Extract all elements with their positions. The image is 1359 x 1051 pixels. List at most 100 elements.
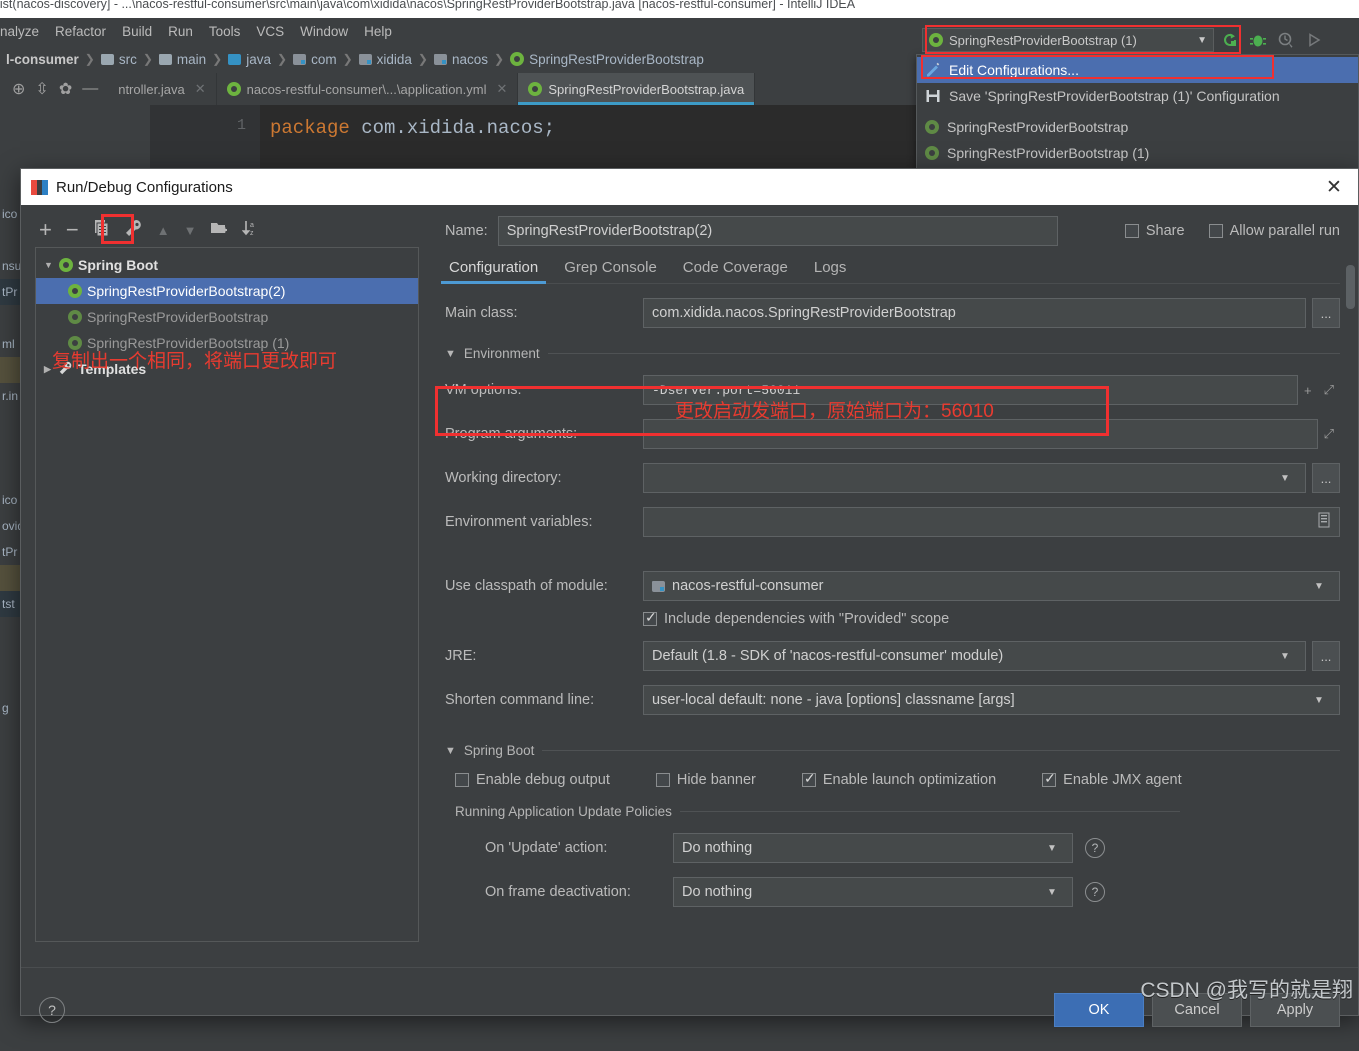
debug-icon[interactable] [1246, 28, 1270, 52]
move-into-folder-button[interactable] [210, 219, 228, 242]
on-frame-deactivation-dropdown[interactable]: Do nothing ▼ [673, 877, 1073, 907]
vertical-scrollbar[interactable] [1346, 251, 1355, 951]
chevron-down-icon[interactable]: ▼ [1273, 642, 1297, 670]
enable-debug-output-row[interactable]: Enable debug output [455, 772, 610, 788]
enable-launch-optimization-checkbox[interactable] [801, 770, 816, 787]
help-icon[interactable]: ? [1085, 882, 1105, 902]
on-update-action-dropdown[interactable]: Do nothing ▼ [673, 833, 1073, 863]
add-icon[interactable]: + [1298, 383, 1318, 398]
editor-tab-controller[interactable]: ntroller.java ✕ [108, 73, 217, 105]
environment-variables-input[interactable] [643, 507, 1340, 537]
menu-item-springrestproviderbootstrap[interactable]: SpringRestProviderBootstrap [917, 114, 1358, 140]
hide-icon[interactable]: — [82, 80, 98, 98]
breadcrumb-item-class[interactable]: SpringRestProviderBootstrap [504, 52, 710, 67]
help-icon[interactable]: ? [1085, 838, 1105, 858]
editor-tab-application-yml[interactable]: nacos-restful-consumer\...\application.y… [217, 73, 519, 105]
menu-window[interactable]: Window [300, 24, 348, 39]
menu-run[interactable]: Run [168, 24, 193, 39]
tab-logs[interactable]: Logs [814, 259, 847, 283]
chevron-down-icon[interactable]: ▼ [445, 745, 456, 757]
jre-dropdown[interactable]: Default (1.8 - SDK of 'nacos-restful-con… [643, 641, 1306, 671]
program-arguments-input[interactable] [643, 419, 1318, 449]
enable-jmx-agent-checkbox[interactable] [1042, 770, 1057, 787]
spring-boot-section-header[interactable]: ▼ Spring Boot [445, 743, 1340, 758]
hide-banner-checkbox[interactable] [655, 773, 670, 787]
browse-jre-button[interactable]: ... [1312, 641, 1340, 671]
use-classpath-dropdown[interactable]: nacos-restful-consumer ▼ [643, 571, 1340, 601]
menu-analyze[interactable]: nalyze [0, 24, 39, 39]
menu-vcs[interactable]: VCS [256, 24, 284, 39]
menu-item-edit-configurations[interactable]: Edit Configurations... [917, 57, 1358, 83]
tree-group-spring-boot[interactable]: ▼ Spring Boot [36, 252, 418, 278]
locate-icon[interactable]: ⊕ [12, 79, 25, 99]
help-button[interactable]: ? [39, 996, 65, 1023]
menu-item-save-configuration[interactable]: Save 'SpringRestProviderBootstrap (1)' C… [917, 83, 1358, 109]
close-icon[interactable]: ✕ [496, 81, 507, 97]
tab-configuration[interactable]: Configuration [440, 259, 547, 284]
expand-editor-icon[interactable]: ⤢ [1318, 426, 1340, 442]
main-class-input[interactable]: com.xidida.nacos.SpringRestProviderBoots… [643, 298, 1306, 328]
chevron-down-icon[interactable]: ▼ [1307, 572, 1331, 600]
tab-code-coverage[interactable]: Code Coverage [683, 259, 788, 283]
enable-launch-optimization-row[interactable]: Enable launch optimization [801, 770, 996, 788]
menu-item-springrestproviderbootstrap-1[interactable]: SpringRestProviderBootstrap (1) [917, 140, 1358, 166]
browse-working-directory-button[interactable]: ... [1312, 463, 1340, 493]
close-icon[interactable]: ✕ [195, 81, 206, 97]
enable-jmx-agent-row[interactable]: Enable JMX agent [1042, 770, 1182, 788]
share-checkbox-row[interactable]: Share [1124, 223, 1185, 239]
collapse-all-icon[interactable]: ⇳ [35, 79, 48, 99]
scrollbar-thumb[interactable] [1346, 265, 1355, 309]
run-with-coverage-icon[interactable] [1274, 28, 1298, 52]
expand-editor-icon[interactable]: ⤢ [1318, 382, 1340, 398]
chevron-down-icon[interactable]: ▼ [445, 348, 456, 360]
copy-configuration-button[interactable] [93, 219, 111, 242]
breadcrumb-item-com[interactable]: com [287, 52, 343, 67]
breadcrumb-item-xidida[interactable]: xidida [353, 52, 418, 67]
breadcrumb-item-java[interactable]: java [222, 52, 277, 67]
chevron-down-icon[interactable]: ▼ [1273, 464, 1297, 492]
move-down-button[interactable]: ▼ [184, 223, 197, 238]
environment-section-header[interactable]: ▼ Environment [445, 346, 1340, 361]
gear-icon[interactable]: ✿ [59, 79, 72, 99]
editor-tab-springrestproviderbootstrap[interactable]: SpringRestProviderBootstrap.java [518, 73, 756, 105]
breadcrumb-item-nacos[interactable]: nacos [428, 52, 494, 67]
close-icon[interactable]: ✕ [1320, 176, 1348, 199]
breadcrumb-item-src[interactable]: src [95, 52, 143, 67]
share-checkbox[interactable] [1124, 224, 1139, 238]
allow-parallel-run-row[interactable]: Allow parallel run [1208, 223, 1340, 239]
menu-tools[interactable]: Tools [209, 24, 241, 39]
sort-configurations-button[interactable]: az [242, 219, 260, 242]
chevron-down-icon[interactable]: ▼ [1040, 878, 1064, 906]
tree-item-springrestproviderbootstrap-2[interactable]: SpringRestProviderBootstrap(2) [36, 278, 418, 304]
include-provided-checkbox[interactable] [643, 609, 657, 626]
menu-refactor[interactable]: Refactor [55, 24, 106, 39]
browse-main-class-button[interactable]: ... [1312, 298, 1340, 328]
chevron-down-icon[interactable]: ▼ [1197, 35, 1207, 46]
tab-grep-console[interactable]: Grep Console [564, 259, 657, 283]
menu-help[interactable]: Help [364, 24, 392, 39]
breadcrumb-item-module[interactable]: l-consumer [0, 52, 85, 67]
run-configuration-selector[interactable]: SpringRestProviderBootstrap (1) ▼ [922, 28, 1214, 52]
include-provided-checkbox-row[interactable]: Include dependencies with "Provided" sco… [643, 609, 949, 627]
hide-banner-row[interactable]: Hide banner [655, 772, 756, 788]
name-input[interactable]: SpringRestProviderBootstrap(2) [497, 216, 1058, 246]
add-configuration-button[interactable]: + [39, 217, 52, 243]
breadcrumb-item-main[interactable]: main [153, 52, 212, 67]
allow-parallel-run-checkbox[interactable] [1208, 224, 1223, 238]
shorten-command-line-dropdown[interactable]: user-local default: none - java [options… [643, 685, 1340, 715]
configurations-tree[interactable]: ▼ Spring Boot SpringRestProviderBootstra… [35, 247, 419, 942]
move-up-button[interactable]: ▲ [157, 223, 170, 238]
enable-debug-output-checkbox[interactable] [455, 773, 469, 787]
working-directory-input[interactable]: ▼ [643, 463, 1306, 493]
chevron-down-icon[interactable]: ▼ [44, 260, 54, 270]
chevron-down-icon[interactable]: ▼ [1040, 834, 1064, 862]
remove-configuration-button[interactable]: − [66, 217, 79, 243]
chevron-down-icon[interactable]: ▼ [1307, 686, 1331, 714]
menu-build[interactable]: Build [122, 24, 152, 39]
play-icon[interactable] [1302, 28, 1326, 52]
edit-templates-button[interactable] [125, 219, 143, 242]
env-table-icon[interactable] [1317, 512, 1331, 532]
rerun-icon[interactable] [1218, 28, 1242, 52]
ok-button[interactable]: OK [1054, 992, 1144, 1027]
tree-item-springrestproviderbootstrap[interactable]: SpringRestProviderBootstrap [36, 304, 418, 330]
